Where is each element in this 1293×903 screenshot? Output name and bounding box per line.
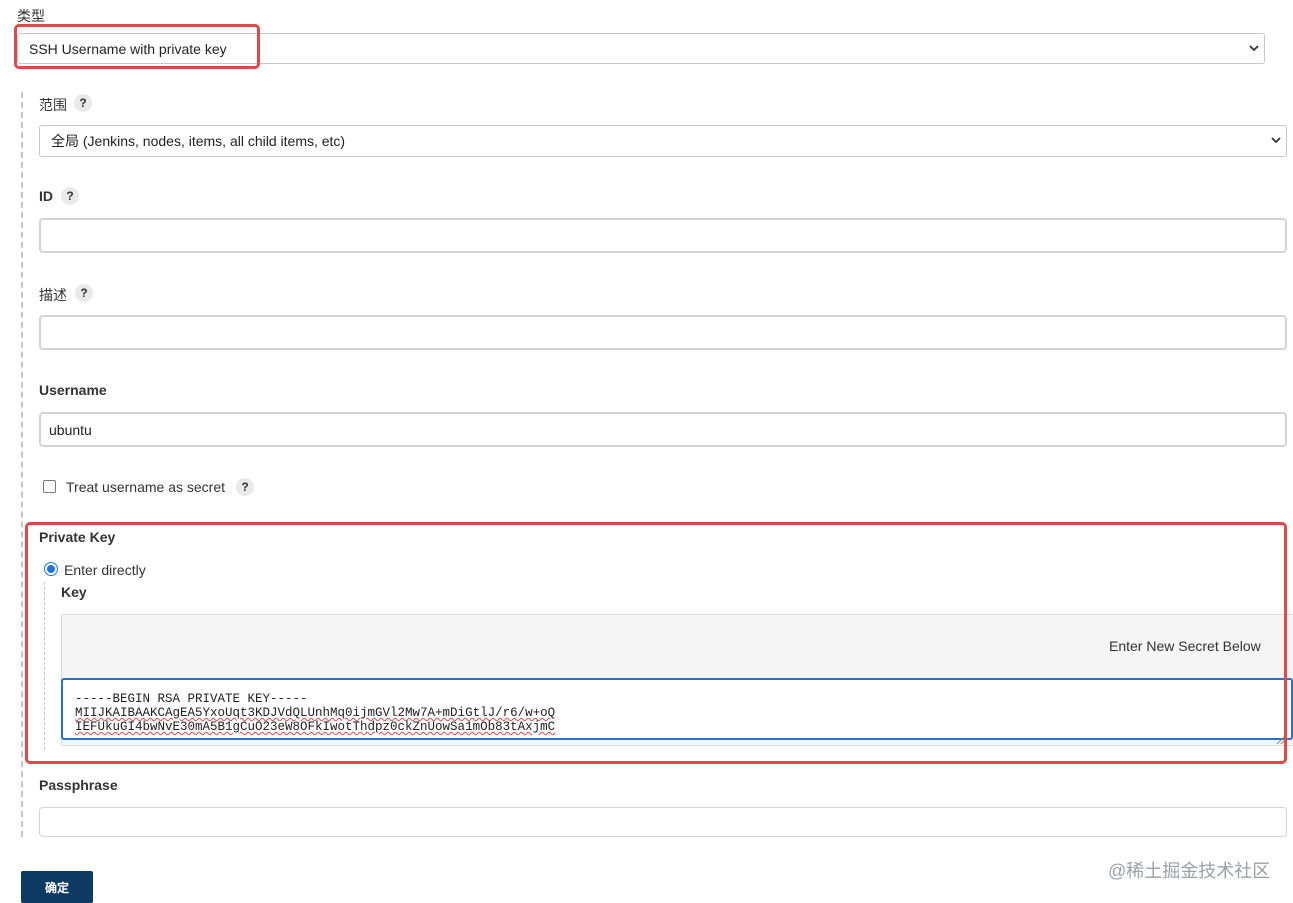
- id-input[interactable]: [39, 218, 1287, 253]
- treat-secret-checkbox[interactable]: [43, 480, 56, 493]
- form-indent-guide: [21, 92, 23, 837]
- treat-secret-label: Treat username as secret: [66, 479, 225, 495]
- username-input[interactable]: ubuntu: [39, 412, 1287, 447]
- type-highlight-box: [14, 24, 260, 69]
- passphrase-label: Passphrase: [39, 777, 118, 793]
- chevron-down-icon: [1270, 133, 1282, 149]
- id-help-icon[interactable]: ?: [61, 187, 79, 205]
- scope-help-icon[interactable]: ?: [74, 94, 92, 112]
- passphrase-input[interactable]: [39, 807, 1287, 837]
- username-label: Username: [39, 382, 107, 398]
- description-input[interactable]: [39, 315, 1287, 350]
- description-help-icon[interactable]: ?: [75, 284, 93, 302]
- treat-secret-help-icon[interactable]: ?: [236, 478, 254, 496]
- private-key-highlight-box: [25, 522, 1287, 764]
- type-label: 类型: [17, 8, 45, 24]
- chevron-down-icon: [1248, 41, 1260, 57]
- scope-select[interactable]: 全局 (Jenkins, nodes, items, all child ite…: [39, 125, 1287, 157]
- scope-label: 范围: [39, 97, 67, 113]
- id-label: ID: [39, 188, 53, 204]
- ok-button[interactable]: 确定: [21, 871, 93, 903]
- scope-select-value: 全局 (Jenkins, nodes, items, all child ite…: [51, 133, 346, 149]
- watermark: @稀土掘金技术社区: [1108, 861, 1271, 881]
- description-label: 描述: [39, 287, 67, 303]
